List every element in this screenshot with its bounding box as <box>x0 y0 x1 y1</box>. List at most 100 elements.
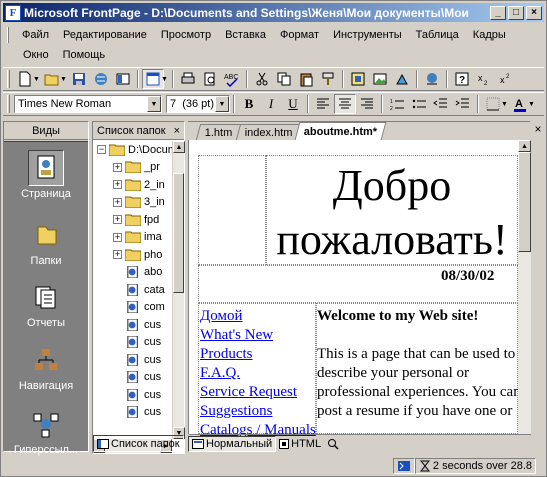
tree-file[interactable]: abo <box>93 264 172 282</box>
minimize-button[interactable]: _ <box>490 5 506 20</box>
folder-vertical-scrollbar[interactable]: ▲ ▼ <box>172 141 185 439</box>
numbered-list-icon[interactable]: 12 <box>386 94 408 114</box>
scroll-up-icon[interactable]: ▲ <box>518 140 531 152</box>
tree-file[interactable]: cata <box>93 281 172 299</box>
cut-icon[interactable] <box>251 69 273 89</box>
tab-html[interactable]: HTML <box>276 436 324 452</box>
link-suggestions[interactable]: Suggestions <box>200 402 316 421</box>
tree-file[interactable]: cus <box>93 404 172 422</box>
format-painter-icon[interactable] <box>317 69 339 89</box>
menu-view[interactable]: Просмотр <box>154 29 218 41</box>
link-faq[interactable]: F.A.Q. <box>200 364 316 383</box>
insert-table-icon[interactable] <box>391 69 413 89</box>
tree-folder[interactable]: + pho <box>93 246 172 264</box>
tree-file[interactable]: cus <box>93 316 172 334</box>
tree-file[interactable]: cus <box>93 334 172 352</box>
view-folders[interactable]: Папки <box>4 217 88 267</box>
tab-aboutme-htm[interactable]: aboutme.htm* <box>294 122 387 140</box>
menu-tools[interactable]: Инструменты <box>326 29 409 41</box>
toolbar-grip[interactable] <box>7 95 10 113</box>
view-navigation[interactable]: Навигация <box>4 342 88 392</box>
menu-insert[interactable]: Вставка <box>218 29 273 41</box>
menu-file[interactable]: Файл <box>15 29 56 41</box>
chevron-down-icon[interactable]: ▼ <box>147 96 161 112</box>
tree-file[interactable]: cus <box>93 369 172 387</box>
welcome-body[interactable]: This is a page that can be used to descr… <box>317 345 522 420</box>
link-home[interactable]: Домой <box>200 307 316 326</box>
close-icon[interactable]: × <box>174 125 180 137</box>
open-dropdown-arrow[interactable]: ▼ <box>60 76 68 83</box>
tree-folder[interactable]: + _pr <box>93 159 172 177</box>
link-service-request[interactable]: Service Request <box>200 383 316 402</box>
bold-button[interactable]: B <box>238 94 260 114</box>
views-dropdown-arrow[interactable]: ▼ <box>161 76 169 83</box>
title-bar[interactable]: F Microsoft FrontPage - D:\Documents and… <box>3 3 544 22</box>
table-cell-logo[interactable] <box>198 155 266 265</box>
bulleted-list-icon[interactable] <box>408 94 430 114</box>
view-reports[interactable]: Отчеты <box>4 279 88 329</box>
close-window-button[interactable]: × <box>526 5 542 20</box>
help-icon[interactable]: ? <box>451 69 473 89</box>
page-date[interactable]: 08/30/02 <box>441 268 494 285</box>
link-products[interactable]: Products <box>200 345 316 364</box>
menu-grip[interactable] <box>7 27 9 43</box>
menu-help[interactable]: Помощь <box>56 49 113 61</box>
underline-button[interactable]: U <box>282 94 304 114</box>
align-center-icon[interactable] <box>334 94 356 114</box>
spelling-icon[interactable]: ABC <box>221 69 243 89</box>
increase-indent-icon[interactable] <box>452 94 474 114</box>
menu-format[interactable]: Формат <box>273 29 326 41</box>
toolbar-grip[interactable] <box>7 70 10 88</box>
scroll-thumb[interactable] <box>173 173 184 293</box>
folder-list-icon[interactable] <box>112 69 134 89</box>
menu-window[interactable]: Окно <box>16 49 56 61</box>
borders-dropdown-arrow[interactable]: ▼ <box>501 101 509 108</box>
superscript-icon[interactable]: x2 <box>495 69 517 89</box>
chevron-down-icon[interactable]: ▼ <box>215 96 229 112</box>
print-preview-icon[interactable] <box>199 69 221 89</box>
maximize-button[interactable]: □ <box>508 5 524 20</box>
new-dropdown-arrow[interactable]: ▼ <box>33 76 41 83</box>
insert-component-icon[interactable] <box>347 69 369 89</box>
insert-picture-icon[interactable] <box>369 69 391 89</box>
scroll-thumb[interactable] <box>518 152 531 252</box>
print-icon[interactable] <box>177 69 199 89</box>
tab-1-htm[interactable]: 1.htm <box>195 124 242 140</box>
preview-tab-icon[interactable] <box>324 436 342 452</box>
copy-icon[interactable] <box>273 69 295 89</box>
tree-file[interactable]: cus <box>93 386 172 404</box>
menu-table[interactable]: Таблица <box>409 29 466 41</box>
subscript-icon[interactable]: x2 <box>473 69 495 89</box>
font-name-select[interactable]: Times New Roman ▼ <box>14 95 162 113</box>
tree-file[interactable]: cus <box>93 351 172 369</box>
font-color-dropdown-arrow[interactable]: ▼ <box>528 101 536 108</box>
save-icon[interactable] <box>68 69 90 89</box>
scroll-up-icon[interactable]: ▲ <box>173 141 185 153</box>
tab-normal[interactable]: Нормальный <box>188 435 277 452</box>
link-whats-new[interactable]: What's New <box>200 326 316 345</box>
hyperlink-icon[interactable] <box>421 69 443 89</box>
tab-index-htm[interactable]: index.htm <box>235 124 302 140</box>
tree-folder[interactable]: + ima <box>93 229 172 247</box>
font-size-select[interactable]: 7 (36 pt) ▼ <box>166 95 230 113</box>
page-heading[interactable]: Добро пожаловать! <box>266 159 518 267</box>
publish-web-icon[interactable] <box>90 69 112 89</box>
decrease-indent-icon[interactable] <box>430 94 452 114</box>
italic-button[interactable]: I <box>260 94 282 114</box>
tree-folder[interactable]: + fpd <box>93 211 172 229</box>
view-page[interactable]: Страница <box>4 150 88 200</box>
align-left-icon[interactable] <box>312 94 334 114</box>
tree-root[interactable]: − D:\Documents <box>93 141 172 159</box>
menu-frames[interactable]: Кадры <box>466 29 513 41</box>
view-hyperlinks[interactable]: Гиперссыл... <box>4 406 88 456</box>
menu-edit[interactable]: Редактирование <box>56 29 154 41</box>
editor-vertical-scrollbar[interactable]: ▲ <box>518 140 531 434</box>
tree-file[interactable]: com <box>93 299 172 317</box>
tree-folder[interactable]: +2_in <box>93 176 172 194</box>
folder-list-bottom-tab[interactable]: Список папок <box>93 435 184 452</box>
align-right-icon[interactable] <box>356 94 378 114</box>
paste-icon[interactable] <box>295 69 317 89</box>
close-document-icon[interactable]: × <box>531 122 545 138</box>
welcome-title[interactable]: Welcome to my Web site! <box>317 307 522 326</box>
tree-folder[interactable]: +3_in <box>93 194 172 212</box>
